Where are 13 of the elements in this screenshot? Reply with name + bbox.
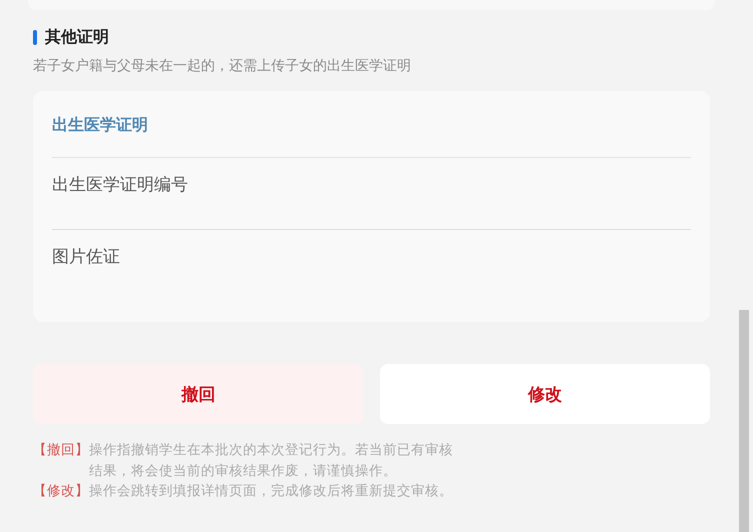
action-button[interactable]: 撤回	[33, 364, 364, 424]
action-button[interactable]: 修改	[380, 364, 710, 424]
section-subtitle: 若子女户籍与父母未在一起的，还需上传子女的出生医学证明	[33, 57, 412, 75]
note-text: 操作会跳转到填报详情页面，完成修改后将重新提交审核。	[89, 482, 454, 501]
card-title: 出生医学证明	[52, 91, 691, 158]
scrollbar[interactable]	[739, 310, 749, 532]
field-label: 出生医学证明编号	[52, 158, 691, 230]
field-label: 图片佐证	[52, 246, 121, 269]
note-tag: 【修改】	[33, 481, 89, 502]
section-title: 其他证明	[45, 27, 109, 48]
note-tag: 【撤回】	[33, 440, 89, 481]
accent-bar	[33, 30, 37, 45]
note-text: 操作指撤销学生在本批次的本次登记行为。若当前已有审核结果，将会使当前的审核结果作废，请谨慎操作。	[89, 441, 454, 480]
